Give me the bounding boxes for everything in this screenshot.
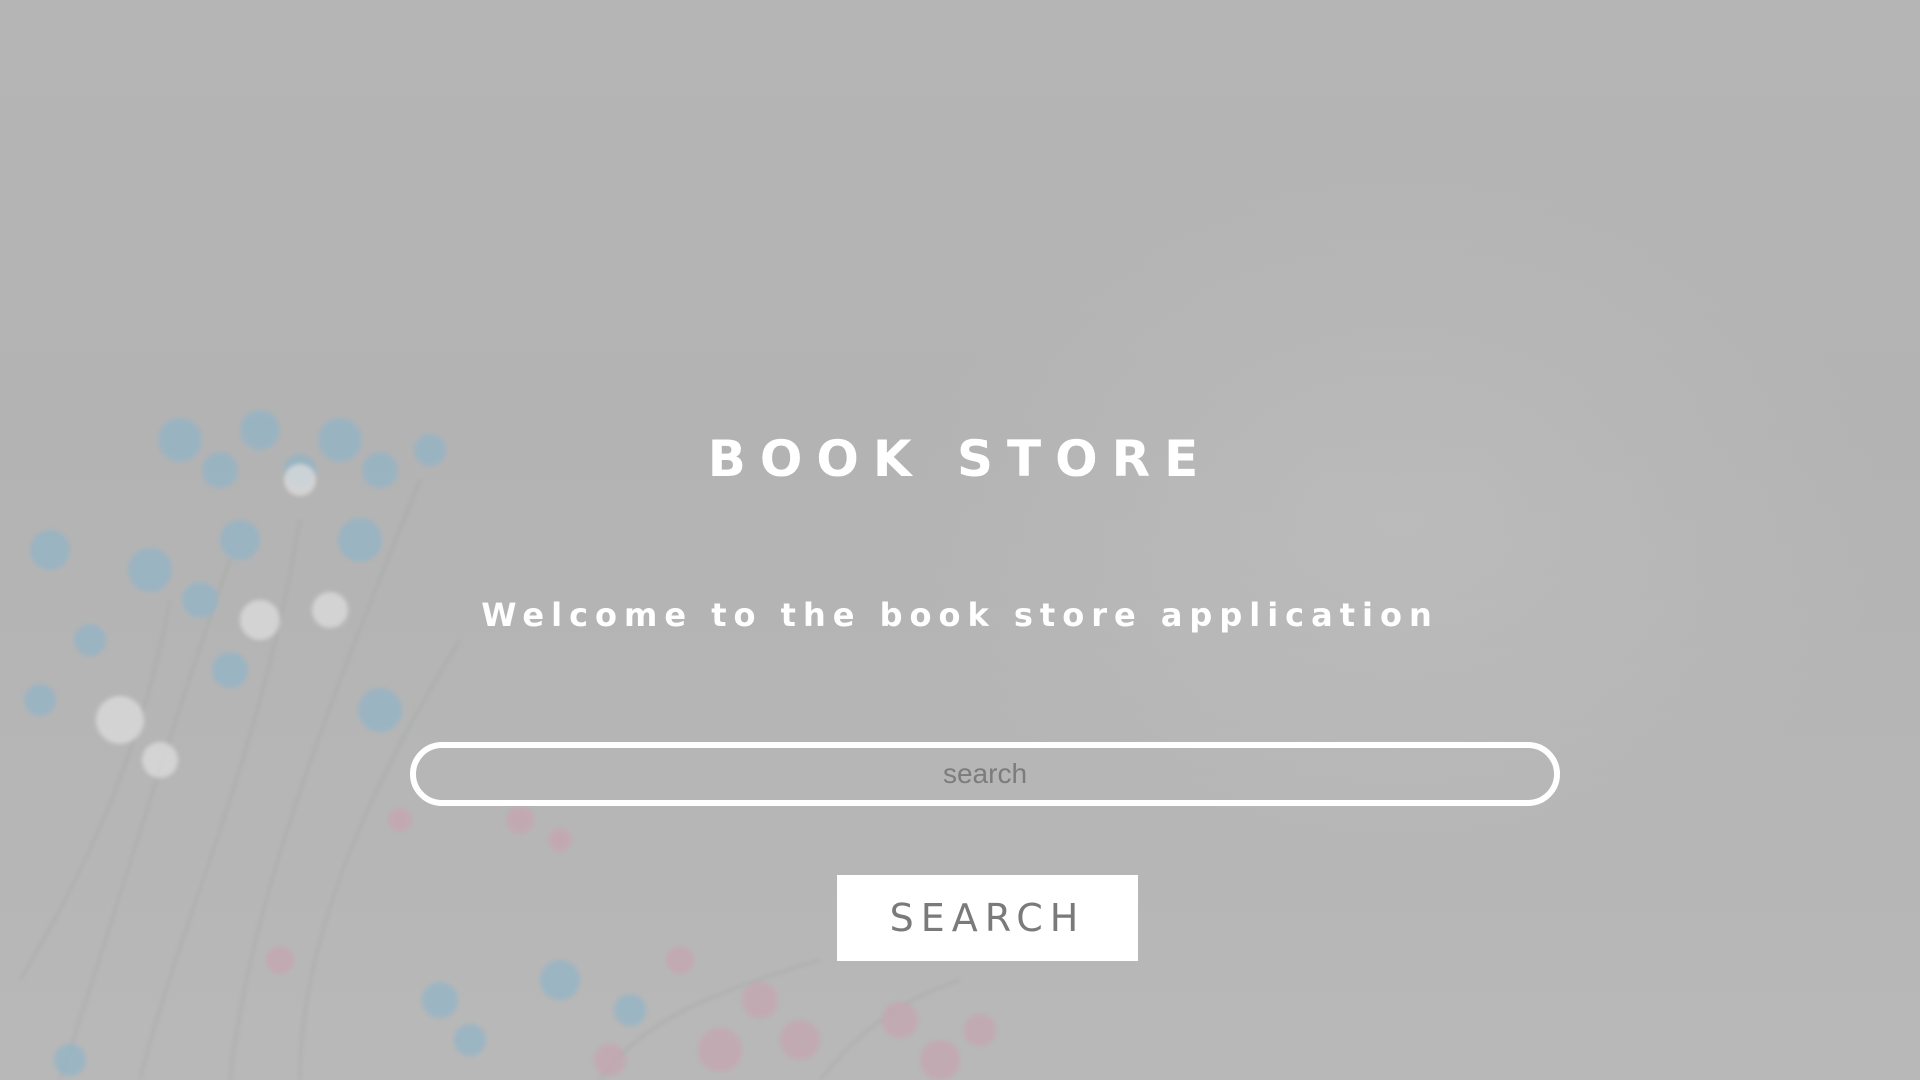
search-input[interactable] bbox=[410, 742, 1560, 806]
welcome-subtitle: Welcome to the book store application bbox=[481, 596, 1439, 634]
search-button[interactable]: SEARCH bbox=[837, 875, 1138, 961]
main-content: BOOK STORE Welcome to the book store app… bbox=[0, 0, 1920, 1080]
page-title: BOOK STORE bbox=[707, 430, 1213, 488]
